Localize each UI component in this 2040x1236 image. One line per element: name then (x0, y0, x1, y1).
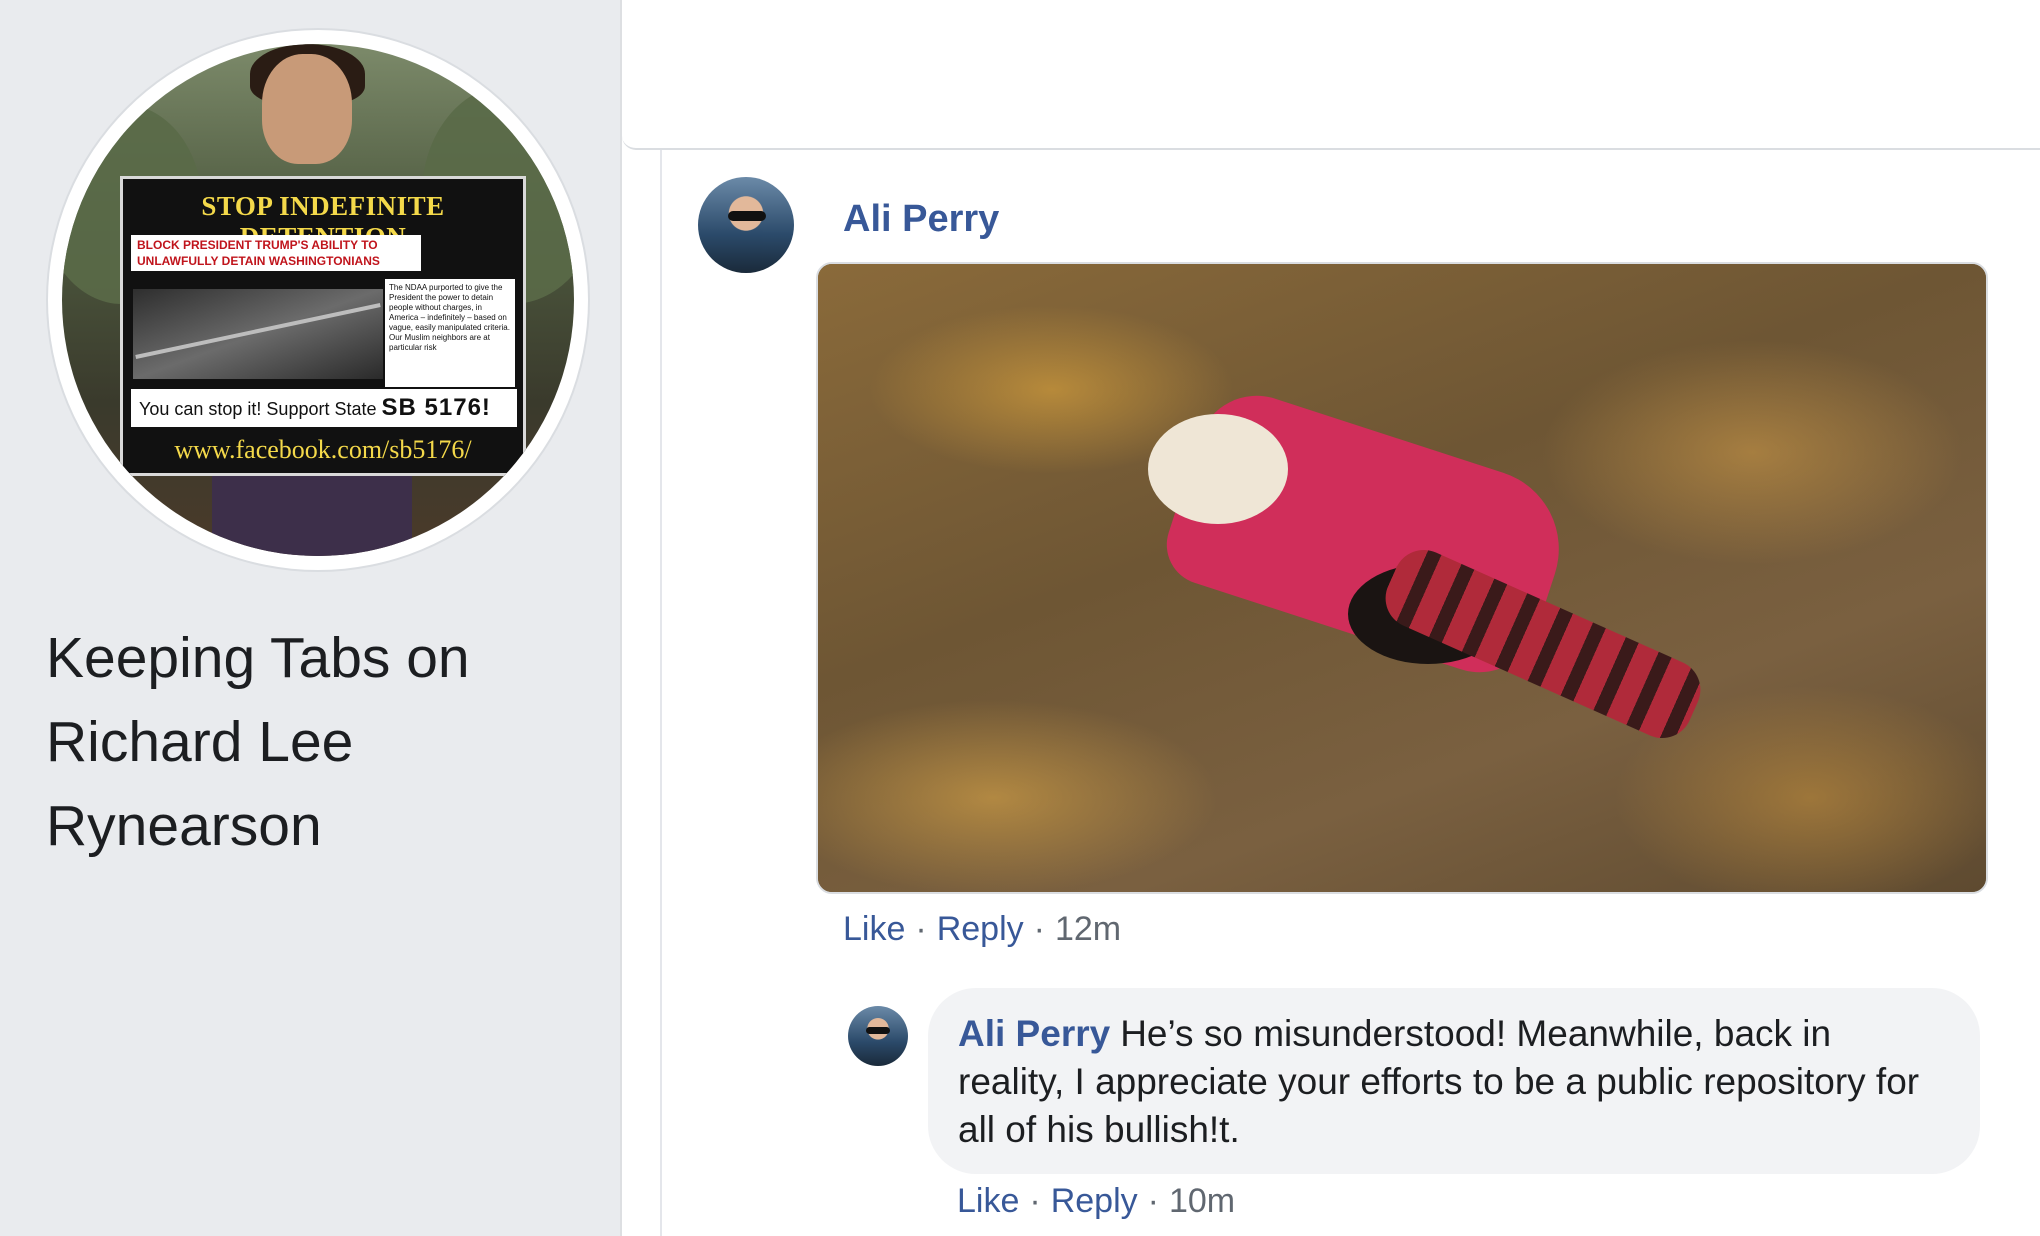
page-sidebar: STOP INDEFINITE DETENTION BLOCK PRESIDEN… (0, 0, 622, 1236)
separator-dot: · (1029, 1182, 1041, 1220)
gif-figure-wig (1148, 414, 1288, 524)
sign-support-prefix: You can stop it! Support State (139, 399, 377, 419)
sunglasses (866, 1027, 890, 1034)
sign-note: The NDAA purported to give the President… (385, 279, 515, 387)
page-title[interactable]: Keeping Tabs on Richard Lee Rynearson (46, 616, 586, 868)
sign-red-banner: BLOCK PRESIDENT TRUMP'S ABILITY TO UNLAW… (131, 235, 421, 271)
post-box (622, 0, 2040, 150)
sunglasses (728, 211, 766, 221)
sign-url: www.facebook.com/sb5176/ (174, 435, 472, 464)
comment-timestamp[interactable]: 12m (1055, 910, 1121, 948)
comment-like-link[interactable]: Like (843, 910, 905, 948)
protest-sign: STOP INDEFINITE DETENTION BLOCK PRESIDEN… (120, 176, 526, 476)
comment-author-avatar[interactable] (698, 177, 794, 273)
reply-reply-link[interactable]: Reply (1051, 1182, 1138, 1220)
sign-support-bill: SB 5176! (381, 394, 491, 421)
comment-actions: Like · Reply · 12m (843, 910, 1121, 949)
reply-timestamp[interactable]: 10m (1169, 1182, 1235, 1220)
comment-gif[interactable] (816, 262, 1988, 894)
separator-dot: · (1033, 910, 1045, 948)
thread-divider (660, 150, 662, 1236)
sign-support-line: You can stop it! Support State SB 5176! (131, 389, 517, 427)
person-head (262, 54, 352, 164)
reply-author-name[interactable]: Ali Perry (958, 1013, 1110, 1054)
page-profile-picture[interactable]: STOP INDEFINITE DETENTION BLOCK PRESIDEN… (48, 30, 588, 570)
reply-text: Ali Perry He’s so misunderstood! Meanwhil… (958, 1010, 1946, 1154)
reply-bubble: Ali Perry He’s so misunderstood! Meanwhil… (928, 988, 1980, 1174)
comment-reply-link[interactable]: Reply (937, 910, 1024, 948)
separator-dot: · (1147, 1182, 1159, 1220)
reply-like-link[interactable]: Like (957, 1182, 1019, 1220)
barbed-wire-line (135, 303, 381, 359)
barbed-wire-image (133, 289, 383, 379)
reply-author-avatar[interactable] (848, 1006, 908, 1066)
profile-photo: STOP INDEFINITE DETENTION BLOCK PRESIDEN… (62, 44, 574, 556)
comment-author-name[interactable]: Ali Perry (843, 198, 999, 241)
separator-dot: · (915, 910, 927, 948)
reply-actions: Like · Reply · 10m (957, 1182, 1235, 1221)
